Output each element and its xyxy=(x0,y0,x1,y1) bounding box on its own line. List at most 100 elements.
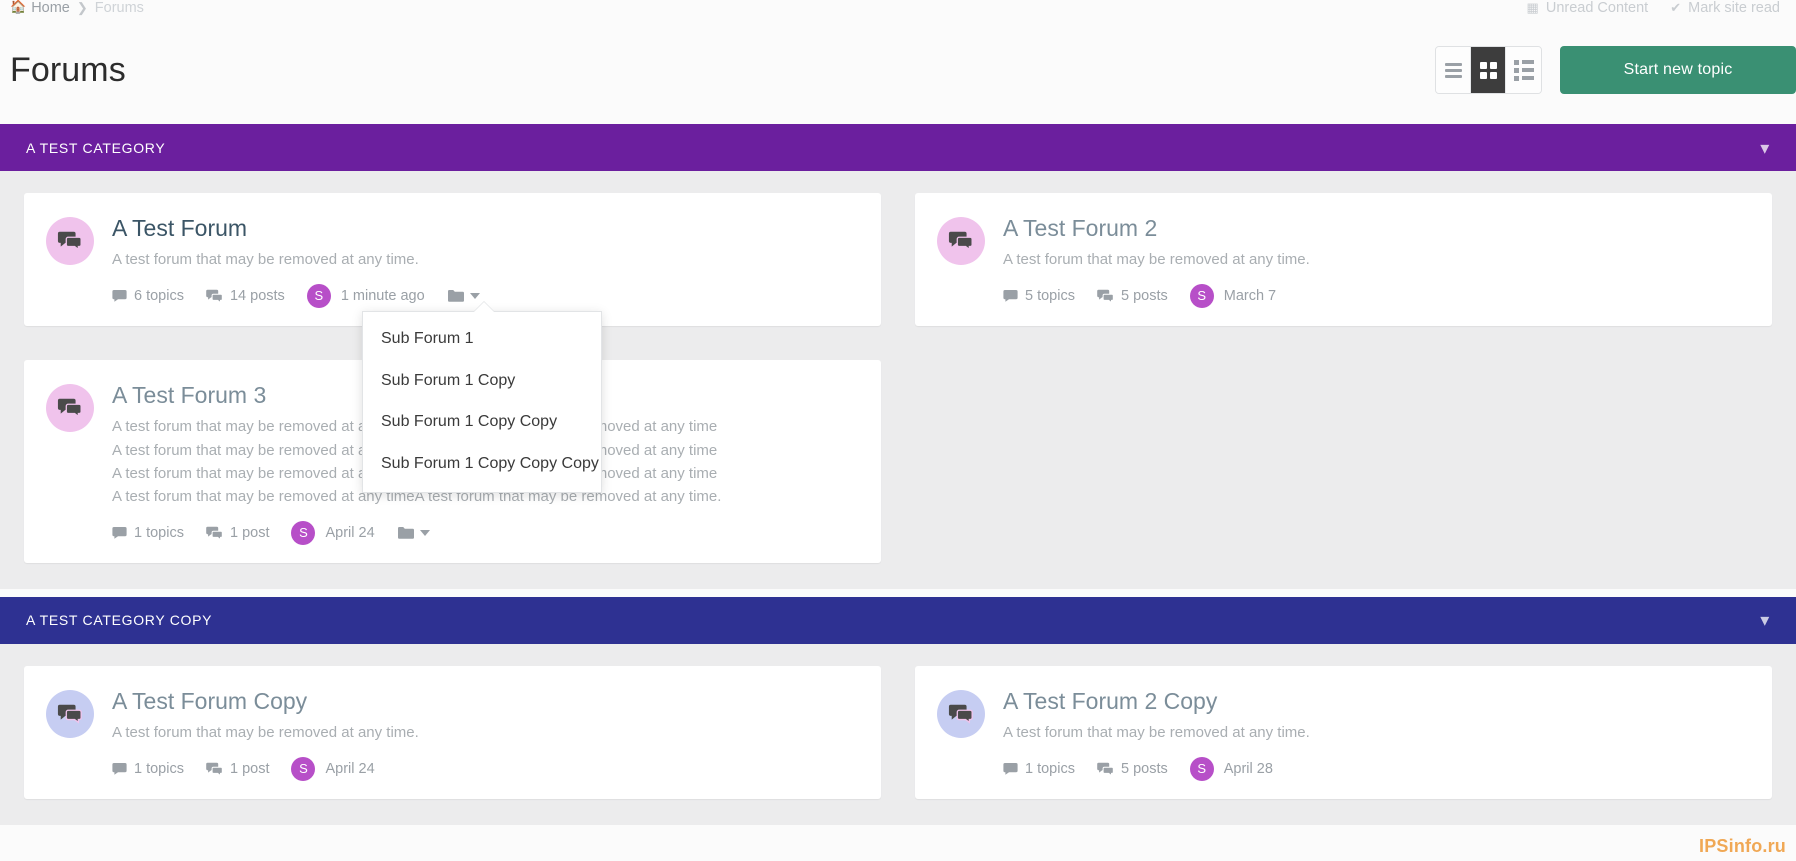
forum-posts-label: 1 post xyxy=(229,524,270,541)
forum-description-line: A test forum that may be removed at any … xyxy=(1003,724,1310,742)
forum-title-link[interactable]: A Test Forum xyxy=(112,215,859,241)
view-list-button[interactable] xyxy=(1506,47,1541,93)
forum-description-line: A test forum that may be removed at any … xyxy=(112,724,419,742)
view-rows-icon xyxy=(1444,62,1462,78)
speech-bubble-icon xyxy=(948,231,973,251)
view-grid-icon xyxy=(1479,61,1497,79)
forum-description: A test forum that may be removed at any … xyxy=(112,721,859,744)
breadcrumb-home-link[interactable]: 🏠 Home xyxy=(10,0,70,16)
speech-bubble-icon xyxy=(57,704,82,724)
forum-stats: 5 topics 5 posts S March 7 xyxy=(1003,283,1750,308)
forum-description-line: A test forum that may be removed at any … xyxy=(112,251,419,269)
chevron-down-icon[interactable]: ▾ xyxy=(1760,139,1770,157)
top-nav: ▦ Unread Content ✔ Mark site read xyxy=(1527,0,1780,16)
forum-last-post-date: April 24 xyxy=(325,760,375,777)
posts-icon xyxy=(1097,762,1114,776)
watermark: IPSinfo.ru xyxy=(1699,836,1786,856)
speech-bubble-icon xyxy=(948,704,973,724)
forum-card-body: A Test Forum 2 A test forum that may be r… xyxy=(1003,215,1750,308)
posts-icon xyxy=(206,526,223,540)
forum-avatar xyxy=(937,217,985,265)
forum-topics-label: 6 topics xyxy=(134,287,184,304)
check-icon: ✔ xyxy=(1670,0,1682,15)
avatar[interactable]: S xyxy=(291,756,316,781)
forum-title-link[interactable]: A Test Forum Copy xyxy=(112,688,859,714)
forum-topics-count: 6 topics xyxy=(112,288,184,304)
forum-last-post: S April 28 xyxy=(1189,756,1273,781)
forum-topics-label: 1 topics xyxy=(1025,760,1075,777)
forum-topics-label: 1 topics xyxy=(134,760,184,777)
forum-avatar xyxy=(46,217,94,265)
forum-description: A test forum that may be removed at any … xyxy=(1003,248,1750,271)
avatar[interactable]: S xyxy=(1189,283,1214,308)
forum-description-line: A test forum that may be removed at any … xyxy=(1003,251,1310,269)
category-block: A TEST CATEGORY COPY ▾ A Test Forum Copy A… xyxy=(0,596,1796,825)
category-header[interactable]: A TEST CATEGORY ▾ xyxy=(0,124,1796,171)
avatar[interactable]: S xyxy=(1189,756,1214,781)
posts-icon xyxy=(1097,289,1114,303)
subforum-menu-item[interactable]: Sub Forum 1 Copy Copy xyxy=(363,401,601,443)
forum-card[interactable]: A Test Forum 2 A test forum that may be r… xyxy=(915,193,1772,326)
page-header-actions: Start new topic xyxy=(1435,46,1796,94)
topic-icon xyxy=(112,762,127,776)
forum-grid: A Test Forum A test forum that may be rem… xyxy=(24,193,1772,563)
forum-topics-count: 1 topics xyxy=(112,761,184,777)
forum-last-post-date: April 28 xyxy=(1223,760,1273,777)
forum-avatar xyxy=(46,383,94,432)
topic-icon xyxy=(112,289,127,303)
forum-posts-label: 5 posts xyxy=(1120,760,1168,777)
forum-topics-label: 5 topics xyxy=(1025,287,1075,304)
forum-description: A test forum that may be removed at any … xyxy=(1003,721,1750,744)
forum-last-post: S April 24 xyxy=(291,756,375,781)
unread-content-label: Unread Content xyxy=(1545,0,1649,16)
forum-card-body: A Test Forum Copy A test forum that may b… xyxy=(112,688,859,781)
forums-page: 🏠 Home ❯ Forums ▦ Unread Content ✔ Mark … xyxy=(0,0,1796,861)
mark-site-read-link[interactable]: ✔ Mark site read xyxy=(1670,0,1780,16)
forum-card[interactable]: A Test Forum A test forum that may be rem… xyxy=(24,193,881,326)
view-rows-button[interactable] xyxy=(1436,47,1471,93)
subforum-menu-item[interactable]: Sub Forum 1 xyxy=(363,318,601,360)
subforum-dropdown[interactable]: Sub Forum 1 Sub Forum 1 Copy Sub Forum 1 C… xyxy=(362,301,602,494)
subforum-toggle-button[interactable] xyxy=(397,526,430,540)
category-name: A TEST CATEGORY COPY xyxy=(26,612,213,629)
forum-posts-count: 5 posts xyxy=(1097,288,1168,304)
forum-title-link[interactable]: A Test Forum 2 xyxy=(1003,215,1750,241)
home-icon: 🏠 xyxy=(10,0,27,14)
posts-icon xyxy=(206,289,223,303)
forum-topics-count: 1 topics xyxy=(112,525,184,541)
chevron-down-icon[interactable]: ▾ xyxy=(1760,611,1770,629)
avatar[interactable]: S xyxy=(306,283,331,308)
forum-card-body: A Test Forum A test forum that may be rem… xyxy=(112,215,859,308)
category-list: A TEST CATEGORY ▾ A Test Forum A test foru… xyxy=(0,124,1796,825)
forum-avatar xyxy=(46,689,94,738)
breadcrumb-current: Forums xyxy=(94,0,144,16)
mark-site-read-label: Mark site read xyxy=(1688,0,1780,16)
category-header[interactable]: A TEST CATEGORY COPY ▾ xyxy=(0,596,1796,644)
subforum-menu-item[interactable]: Sub Forum 1 Copy Copy Copy xyxy=(363,443,601,485)
forum-title-link[interactable]: A Test Forum 2 Copy xyxy=(1003,688,1750,714)
forum-topics-count: 5 topics xyxy=(1003,288,1075,304)
view-grid-button[interactable] xyxy=(1471,47,1506,93)
forum-posts-label: 1 post xyxy=(229,760,270,777)
start-new-topic-button[interactable]: Start new topic xyxy=(1560,46,1796,94)
forum-posts-count: 5 posts xyxy=(1097,761,1168,777)
forum-card[interactable]: A Test Forum Copy A test forum that may b… xyxy=(24,665,881,799)
subforum-menu-item[interactable]: Sub Forum 1 Copy xyxy=(363,360,601,402)
avatar[interactable]: S xyxy=(291,520,316,545)
forum-posts-label: 14 posts xyxy=(229,287,285,304)
forum-last-post-date: April 24 xyxy=(325,524,375,541)
chevron-down-icon xyxy=(469,292,480,299)
breadcrumb-separator: ❯ xyxy=(76,0,88,15)
topic-icon xyxy=(1003,289,1018,303)
forum-grid: A Test Forum Copy A test forum that may b… xyxy=(24,665,1772,799)
page-title: Forums xyxy=(10,51,126,89)
forum-description: A test forum that may be removed at any … xyxy=(112,248,859,271)
category-name: A TEST CATEGORY xyxy=(26,139,166,156)
topic-icon xyxy=(112,526,127,540)
forum-posts-count: 1 post xyxy=(206,760,270,777)
unread-content-link[interactable]: ▦ Unread Content xyxy=(1527,0,1649,16)
unread-content-icon: ▦ xyxy=(1526,0,1539,15)
forum-card-body: A Test Forum 2 Copy A test forum that may… xyxy=(1003,688,1750,781)
dropdown-arrow xyxy=(473,302,495,313)
forum-card[interactable]: A Test Forum 2 Copy A test forum that may… xyxy=(915,665,1772,799)
